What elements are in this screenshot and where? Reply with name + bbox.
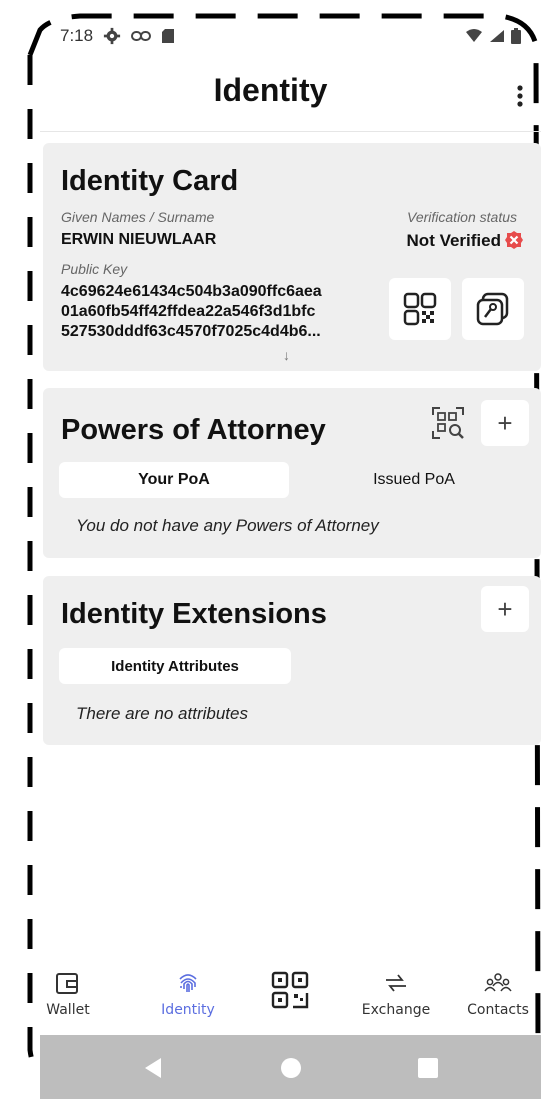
identity-card-panel: Identity Card Given Names / Surname ERWI… [43,143,541,371]
public-key-line-1: 4c69624e61434c504b3a090ffc6aea [61,283,322,300]
contacts-icon [484,973,512,992]
page-title: Identity [213,72,328,108]
verification-status: Not Verified [406,231,501,250]
bottom-navigation: Wallet Identity Exchange Contacts [40,970,541,1028]
qr-scan-icon [271,971,309,1009]
nav-contacts-label: Contacts [467,1002,529,1018]
recents-icon[interactable] [418,1058,438,1078]
powers-of-attorney-panel: Powers of Attorney + Your PoA Issued PoA… [43,388,541,558]
nav-identity-label: Identity [161,1002,215,1018]
back-icon[interactable] [143,1057,163,1079]
sd-card-icon [162,29,175,43]
wifi-icon [466,29,482,42]
add-extension-button[interactable]: + [481,586,529,632]
app-bar-divider [40,131,541,132]
qr-search-icon [432,407,464,439]
signal-icon [490,30,504,42]
copy-key-icon [476,292,509,326]
public-key-label: Public Key [61,261,128,277]
show-qr-button[interactable] [389,278,451,340]
nav-contacts[interactable]: Contacts [453,970,541,1018]
poa-empty-message: You do not have any Powers of Attorney [76,516,379,535]
verification-label: Verification status [407,209,517,225]
home-icon[interactable] [280,1057,302,1079]
copy-key-button[interactable] [462,278,524,340]
status-bar: 7:18 [60,20,521,52]
gear-icon [103,27,121,45]
exchange-icon [386,974,406,992]
nav-exchange-label: Exchange [361,1002,431,1018]
identity-extensions-panel: Identity Extensions + Identity Attribute… [43,576,541,745]
poa-title: Powers of Attorney [61,414,326,446]
identity-card-title: Identity Card [61,165,239,197]
qr-code-icon [403,292,437,326]
fingerprint-icon [179,974,197,992]
nav-identity[interactable]: Identity [143,970,233,1018]
not-verified-icon [505,231,523,249]
battery-icon [511,28,521,44]
more-options-button[interactable] [505,78,535,114]
nav-scan-qr[interactable] [245,970,335,1016]
name-value: ERWIN NIEUWLAAR [61,231,217,248]
nav-wallet[interactable]: Wallet [23,970,113,1018]
nav-exchange[interactable]: Exchange [351,970,441,1018]
more-vert-icon [517,85,523,107]
expand-key-arrow[interactable]: ↓ [283,347,290,363]
public-key-line-3: 527530dddf63c4570f7025c4d4b6... [61,323,321,340]
tab-identity-attributes[interactable]: Identity Attributes [59,648,291,684]
nav-wallet-label: Wallet [46,1002,90,1018]
add-poa-button[interactable]: + [481,400,529,446]
public-key-line-2: 01a60fb54ff42ffdea22a546f3d1bfc [61,303,316,320]
link-icon [131,31,152,41]
scan-poa-button[interactable] [425,400,471,446]
status-time: 7:18 [60,26,94,45]
attributes-empty-message: There are no attributes [76,704,248,723]
tab-issued-poa[interactable]: Issued PoA [299,462,529,498]
tab-your-poa[interactable]: Your PoA [59,462,289,498]
extensions-title: Identity Extensions [61,598,327,630]
wallet-icon [56,973,78,994]
name-label: Given Names / Surname [61,209,215,225]
system-navigation-bar [40,1035,541,1099]
